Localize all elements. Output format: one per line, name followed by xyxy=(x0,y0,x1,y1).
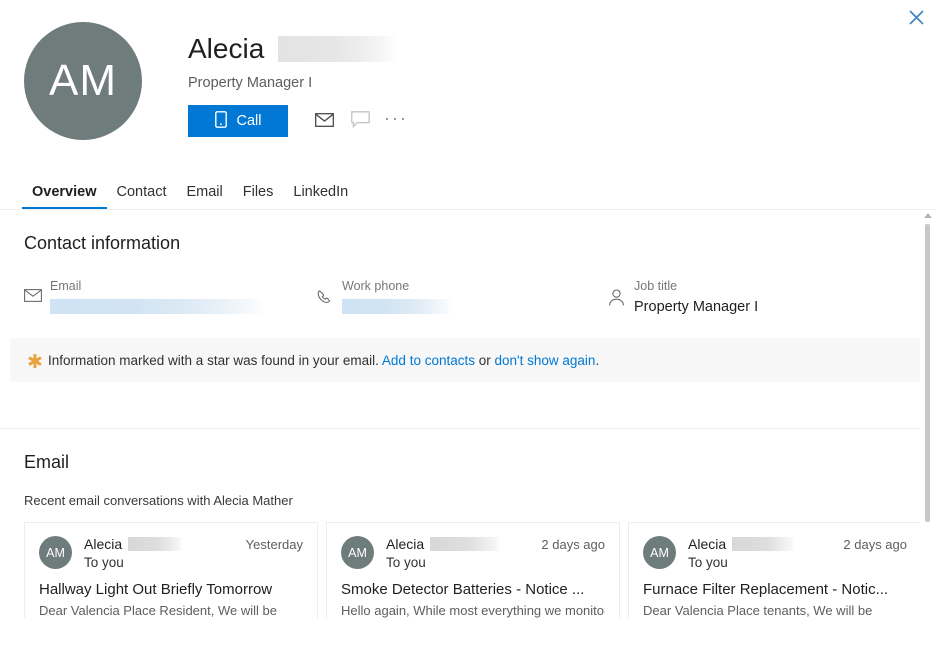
email-card-sender: Alecia xyxy=(688,536,727,552)
email-card-header: AM Alecia Yesterday To you xyxy=(39,536,303,570)
envelope-icon xyxy=(314,112,334,130)
email-card-preview: Dear Valencia Place Resident, We will be xyxy=(39,603,277,618)
name-row: Alecia xyxy=(188,32,414,66)
contact-field-work-phone-label: Work phone xyxy=(342,279,410,293)
mobile-phone-icon xyxy=(214,110,227,132)
contact-field-email-value-redacted xyxy=(50,299,264,314)
person-icon xyxy=(608,278,634,312)
email-card-from-left: Alecia xyxy=(688,536,795,552)
contact-field-job-title-value: Property Manager I xyxy=(634,299,759,315)
email-card-date: 2 days ago xyxy=(843,536,907,552)
email-card-recipient: To you xyxy=(386,555,426,570)
email-card-meta: Alecia Yesterday To you xyxy=(84,536,303,570)
tab-contact[interactable]: Contact xyxy=(107,184,177,209)
email-section-subtitle: Recent email conversations with Alecia M… xyxy=(24,493,293,508)
email-card-date: 2 days ago xyxy=(541,536,605,552)
chevron-up-icon[interactable] xyxy=(924,213,932,218)
vertical-scrollbar[interactable] xyxy=(920,210,936,645)
avatar-initials: AM xyxy=(49,56,117,105)
contact-field-work-phone[interactable]: Work phone xyxy=(316,278,608,318)
avatar-initials: AM xyxy=(46,545,65,560)
star-banner-text: Information marked with a star was found… xyxy=(48,353,599,368)
email-card-subject: Smoke Detector Batteries - Notice ... xyxy=(341,581,585,598)
email-card-header: AM Alecia 2 days ago To you xyxy=(643,536,907,570)
email-card-from-left: Alecia xyxy=(386,536,501,552)
profile-card-body: Contact information Email Work phone Job… xyxy=(0,210,936,645)
tab-bar: Overview Contact Email Files LinkedIn xyxy=(0,173,936,209)
email-card-from-row: Alecia 2 days ago xyxy=(688,536,907,552)
email-section-title: Email xyxy=(24,452,70,472)
contact-field-email-body: Email xyxy=(50,278,316,314)
email-card-preview: Hello again, While most everything we mo… xyxy=(341,603,605,618)
add-to-contacts-link[interactable]: Add to contacts xyxy=(382,353,475,368)
chat-button[interactable] xyxy=(342,105,378,137)
star-banner-or: or xyxy=(478,352,491,368)
avatar-initials: AM xyxy=(650,545,669,560)
email-card-from-row: Alecia 2 days ago xyxy=(386,536,605,552)
close-button[interactable] xyxy=(900,2,932,32)
email-card-meta: Alecia 2 days ago To you xyxy=(386,536,605,570)
email-card[interactable]: AM Alecia 2 days ago To you Furnace Filt… xyxy=(628,522,922,618)
star-info-banner: ✱ Information marked with a star was fou… xyxy=(10,338,926,382)
contact-information-section: Contact information Email Work phone Job… xyxy=(0,210,936,318)
email-card-sender-redacted xyxy=(732,537,795,551)
email-card-sender: Alecia xyxy=(386,536,425,552)
email-card-preview: Dear Valencia Place tenants, We will be xyxy=(643,603,873,618)
contact-field-work-phone-body: Work phone xyxy=(342,278,608,314)
tab-linkedin[interactable]: LinkedIn xyxy=(283,184,358,209)
scrollbar-thumb[interactable] xyxy=(925,224,930,522)
contact-field-job-title-label: Job title xyxy=(634,279,678,293)
star-icon: ✱ xyxy=(27,351,43,373)
email-card-from-left: Alecia xyxy=(84,536,183,552)
contact-information-title: Contact information xyxy=(24,233,181,253)
email-card-subject: Furnace Filter Replacement - Notic... xyxy=(643,581,889,598)
avatar: AM xyxy=(643,536,676,569)
email-card-sender-redacted xyxy=(128,537,183,551)
call-button[interactable]: Call xyxy=(188,105,288,137)
email-card-sender-redacted xyxy=(430,537,501,551)
send-email-button[interactable] xyxy=(306,105,342,137)
close-icon xyxy=(908,9,924,25)
tab-overview[interactable]: Overview xyxy=(22,184,107,209)
call-button-label: Call xyxy=(236,113,262,129)
contact-field-work-phone-value-redacted xyxy=(342,299,452,314)
email-card-recipient: To you xyxy=(84,555,124,570)
dont-show-again-link[interactable]: don't show again xyxy=(495,353,596,368)
email-card-subject: Hallway Light Out Briefly Tomorrow xyxy=(39,581,273,598)
email-card-list: AM Alecia Yesterday To you Hallway Light… xyxy=(24,522,922,618)
tab-email[interactable]: Email xyxy=(176,184,232,209)
email-card-recipient: To you xyxy=(688,555,728,570)
persona-lastname-redacted xyxy=(278,36,399,62)
email-card[interactable]: AM Alecia 2 days ago To you Smoke Detect… xyxy=(326,522,620,618)
star-banner-message: Information marked with a star was found… xyxy=(48,352,379,368)
email-card-date: Yesterday xyxy=(245,536,303,552)
avatar-initials: AM xyxy=(348,545,367,560)
chat-bubble-icon xyxy=(350,111,370,131)
email-card-meta: Alecia 2 days ago To you xyxy=(688,536,907,570)
contact-fields-grid: Email Work phone Job title Property Mana… xyxy=(24,278,912,318)
contact-field-job-title: Job title Property Manager I xyxy=(608,278,900,318)
persona-actions: Call ··· xyxy=(188,105,414,137)
tab-files[interactable]: Files xyxy=(233,184,284,209)
envelope-icon xyxy=(24,278,50,307)
persona-name: Alecia xyxy=(188,33,265,64)
ellipsis-icon: ··· xyxy=(384,107,408,128)
contact-field-email-label: Email xyxy=(50,279,82,293)
persona-header: AM Alecia Property Manager I Call ··· xyxy=(0,0,936,140)
email-card[interactable]: AM Alecia Yesterday To you Hallway Light… xyxy=(24,522,318,618)
phone-icon xyxy=(316,278,342,312)
persona-job-title: Property Manager I xyxy=(188,75,313,91)
persona-info: Alecia Property Manager I Call ··· xyxy=(188,22,414,140)
avatar: AM xyxy=(341,536,374,569)
avatar: AM xyxy=(39,536,72,569)
more-actions-button[interactable]: ··· xyxy=(378,105,414,137)
email-card-from-row: Alecia Yesterday xyxy=(84,536,303,552)
email-card-header: AM Alecia 2 days ago To you xyxy=(341,536,605,570)
email-card-sender: Alecia xyxy=(84,536,123,552)
contact-field-job-title-body: Job title Property Manager I xyxy=(634,278,900,318)
avatar: AM xyxy=(24,22,142,140)
contact-field-email[interactable]: Email xyxy=(24,278,316,318)
star-banner-period: . xyxy=(595,352,600,368)
email-section: Email Recent email conversations with Al… xyxy=(0,429,936,618)
